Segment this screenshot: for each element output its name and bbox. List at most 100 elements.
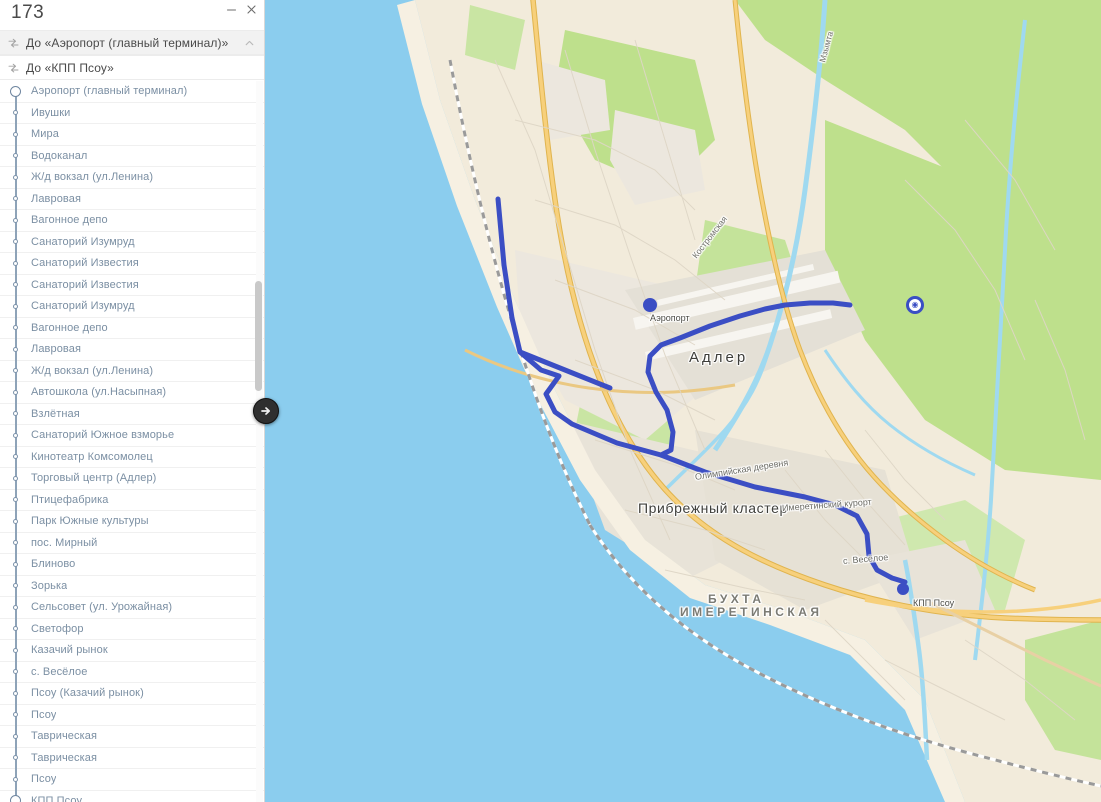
stop-marker xyxy=(0,776,31,782)
stop-name: Взлётная xyxy=(31,407,80,420)
stop-row[interactable]: Сельсовет (ул. Урожайная) xyxy=(0,597,264,619)
stop-dot-icon xyxy=(10,795,21,802)
stop-row[interactable]: Вагонное депо xyxy=(0,210,264,232)
direction-arrows-icon xyxy=(8,63,18,72)
stop-dot-icon xyxy=(13,389,18,395)
stop-row[interactable]: Птицефабрика xyxy=(0,490,264,511)
endpoint-glyph-airport: ◉ xyxy=(911,300,919,309)
stop-row[interactable]: Таврическая xyxy=(0,748,264,769)
stop-marker xyxy=(0,303,31,309)
stop-name: Ивушки xyxy=(31,106,71,119)
stop-name: Автошкола (ул.Насыпная) xyxy=(31,386,167,399)
stop-row[interactable]: Санаторий Известия xyxy=(0,275,264,296)
stop-marker xyxy=(0,583,31,589)
route-direction-icon xyxy=(0,38,26,48)
stop-marker xyxy=(0,540,31,546)
stop-name: Санаторий Изумруд xyxy=(31,235,135,248)
minimize-button[interactable] xyxy=(225,3,238,16)
stop-row[interactable]: Лавровая xyxy=(0,189,264,210)
stop-row[interactable]: Торговый центр (Адлер) xyxy=(0,468,264,490)
stop-row[interactable]: Водоканал xyxy=(0,146,264,167)
stop-row[interactable]: Санаторий Изумруд xyxy=(0,296,264,318)
stop-row[interactable]: Ж/д вокзал (ул.Ленина) xyxy=(0,167,264,189)
stop-dot-icon xyxy=(13,217,18,223)
stop-marker xyxy=(0,368,31,374)
sidebar-collapse-handle[interactable] xyxy=(253,398,279,424)
stop-name: Сельсовет (ул. Урожайная) xyxy=(31,601,173,614)
stop-row[interactable]: Парк Южные культуры xyxy=(0,511,264,533)
stop-row[interactable]: с. Весёлое xyxy=(0,662,264,683)
stop-row[interactable]: Мира xyxy=(0,124,264,146)
stop-row[interactable]: пос. Мирный xyxy=(0,533,264,554)
stop-dot-icon xyxy=(13,497,18,503)
stop-row[interactable]: Блиново xyxy=(0,554,264,576)
stop-row[interactable]: Ивушки xyxy=(0,103,264,124)
stop-dot-icon xyxy=(13,475,18,481)
stop-dot-icon xyxy=(13,518,18,524)
stop-marker xyxy=(0,497,31,503)
stop-marker xyxy=(0,196,31,202)
stop-dot-icon xyxy=(10,85,21,97)
stop-row[interactable]: Таврическая xyxy=(0,726,264,748)
stop-row[interactable]: Псоу xyxy=(0,705,264,726)
map-canvas[interactable]: Адлер Прибрежный кластер БУХТА ИМЕРЕТИНС… xyxy=(265,0,1101,802)
stop-marker xyxy=(0,475,31,481)
stop-row[interactable]: Зорька xyxy=(0,576,264,597)
stop-dot-icon xyxy=(13,282,18,288)
stop-row[interactable]: Псоу xyxy=(0,769,264,791)
stop-name: Водоканал xyxy=(31,149,88,162)
stop-marker xyxy=(0,733,31,739)
stop-row[interactable]: Псоу (Казачий рынок) xyxy=(0,683,264,705)
stop-row[interactable]: Санаторий Южное взморье xyxy=(0,425,264,447)
sidebar-scrollbar-track[interactable] xyxy=(255,81,263,802)
stop-row[interactable]: Ж/д вокзал (ул.Ленина) xyxy=(0,361,264,382)
direction-row-to-airport[interactable]: До «Аэропорт (главный терминал)» xyxy=(0,30,264,55)
map-vector-layer xyxy=(265,0,1101,802)
stop-row[interactable]: Санаторий Известия xyxy=(0,253,264,275)
stop-dot-icon xyxy=(13,110,18,116)
stop-name: Светофор xyxy=(31,622,84,635)
direction-row-to-kpp-psou[interactable]: До «КПП Псоу» xyxy=(0,55,264,80)
stop-marker xyxy=(0,755,31,761)
stop-dot-icon xyxy=(13,776,18,782)
chevron-up-icon xyxy=(245,40,254,45)
stop-row[interactable]: Кинотеатр Комсомолец xyxy=(0,447,264,468)
stop-dot-icon xyxy=(13,131,18,137)
stop-dot-icon xyxy=(13,325,18,331)
stop-row[interactable]: Лавровая xyxy=(0,339,264,361)
sidebar-scrollbar-thumb[interactable] xyxy=(255,281,262,391)
stop-row[interactable]: Санаторий Изумруд xyxy=(0,232,264,253)
stop-row[interactable]: Автошкола (ул.Насыпная) xyxy=(0,382,264,404)
stop-row[interactable]: КПП Псоу xyxy=(0,791,264,802)
route-endpoint-airport[interactable]: ◉ xyxy=(906,296,924,314)
stop-name: с. Весёлое xyxy=(31,665,88,678)
stop-terminal-marker xyxy=(0,85,31,97)
stop-marker xyxy=(0,282,31,288)
stop-row[interactable]: Вагонное депо xyxy=(0,318,264,339)
stop-row[interactable]: Аэропорт (главный терминал) xyxy=(0,81,264,103)
stop-name: Санаторий Изумруд xyxy=(31,300,135,313)
stop-name: Кинотеатр Комсомолец xyxy=(31,450,153,463)
stop-row[interactable]: Казачий рынок xyxy=(0,640,264,662)
stop-marker xyxy=(0,411,31,417)
stop-marker xyxy=(0,239,31,245)
close-button[interactable] xyxy=(245,3,258,16)
stop-dot-icon xyxy=(13,153,18,159)
stop-marker xyxy=(0,217,31,223)
stops-scroll-area[interactable]: Аэропорт (главный терминал) Ивушки Мира Вод… xyxy=(0,81,264,802)
stop-name: Ж/д вокзал (ул.Ленина) xyxy=(31,171,154,184)
stop-name: Мира xyxy=(31,128,59,141)
stop-name: Лавровая xyxy=(31,192,82,205)
stop-marker xyxy=(0,454,31,460)
stop-row[interactable]: Взлётная xyxy=(0,404,264,425)
stop-dot-icon xyxy=(13,196,18,202)
stop-marker xyxy=(0,647,31,653)
collapse-direction-button[interactable] xyxy=(244,37,255,48)
stop-name: Псоу xyxy=(31,773,57,786)
stop-row[interactable]: Светофор xyxy=(0,619,264,640)
stop-name: Санаторий Известия xyxy=(31,257,139,270)
close-icon xyxy=(247,5,256,14)
route-direction-icon xyxy=(0,63,26,73)
stop-dot-icon xyxy=(13,690,18,696)
stop-dot-icon xyxy=(13,669,18,675)
